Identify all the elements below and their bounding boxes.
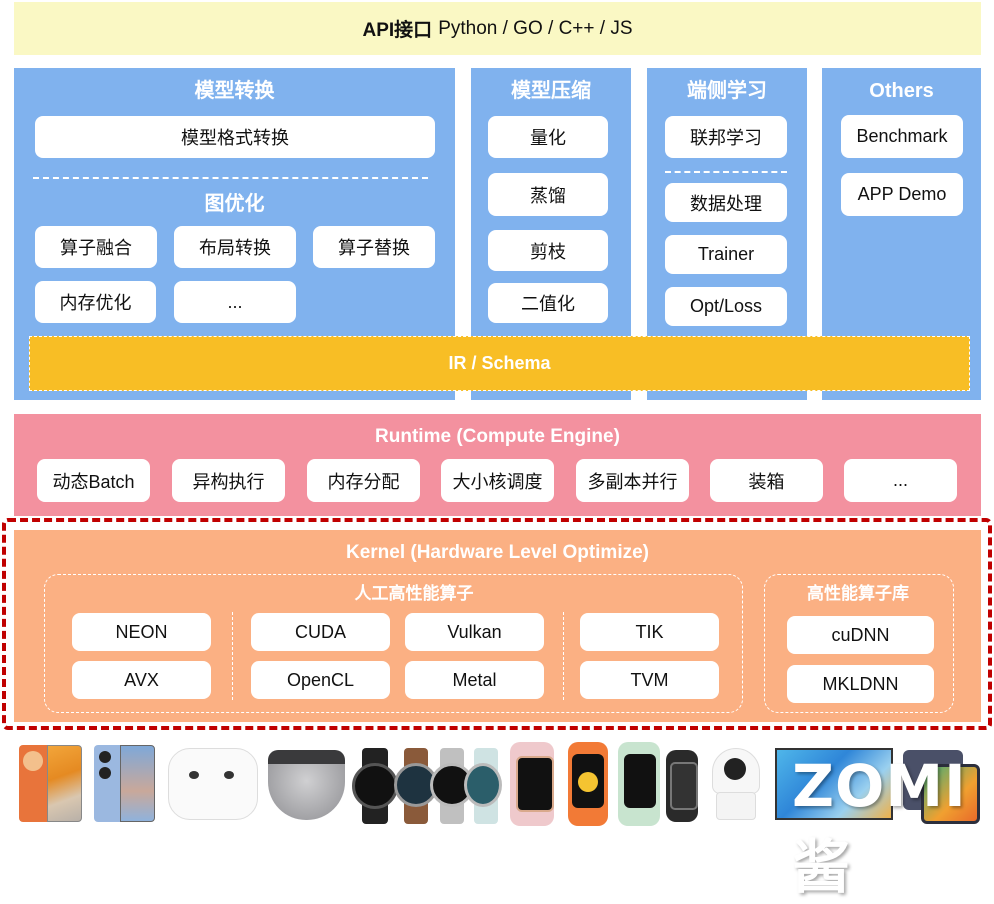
divider — [563, 612, 564, 700]
on-device-learning-title: 端侧学习 — [687, 80, 767, 102]
divider — [665, 171, 787, 173]
earbuds-grey-icon — [268, 750, 345, 820]
runtime-title: Runtime (Compute Engine) — [375, 426, 620, 447]
learning-item: 数据处理 — [665, 183, 787, 222]
others-item: APP Demo — [841, 173, 963, 216]
runtime-item: 多副本并行 — [576, 459, 689, 502]
divider — [232, 612, 233, 700]
kernel-op: Metal — [405, 661, 544, 699]
graph-optimization-title: 图优化 — [204, 193, 265, 215]
learning-item: Opt/Loss — [665, 287, 787, 326]
op-library: MKLDNN — [787, 665, 934, 703]
earbuds-white-icon — [168, 748, 258, 820]
others-title: Others — [869, 80, 934, 102]
compression-item: 量化 — [488, 116, 608, 158]
kernel-op: Vulkan — [405, 613, 544, 651]
runtime-item: 大小核调度 — [441, 459, 554, 502]
kernel-op: AVX — [72, 661, 211, 699]
model-format-conversion-box: 模型格式转换 — [35, 116, 435, 158]
kernel-op: OpenCL — [251, 661, 390, 699]
kernel-op: CUDA — [251, 613, 390, 651]
ir-schema-bar: IR / Schema — [29, 336, 970, 391]
compression-item: 蒸馏 — [488, 173, 608, 216]
runtime-item: 内存分配 — [307, 459, 420, 502]
model-conversion-title: 模型转换 — [194, 80, 275, 102]
op-libraries-title: 高性能算子库 — [807, 584, 909, 603]
kernel-op: NEON — [72, 613, 211, 651]
graph-opt-item: 内存优化 — [35, 281, 156, 323]
others-item: Benchmark — [841, 115, 963, 158]
runtime-item: 异构执行 — [172, 459, 285, 502]
federated-learning-box: 联邦学习 — [665, 116, 787, 158]
smartphone-orange-icon — [19, 745, 82, 822]
divider — [33, 177, 428, 179]
runtime-item-more: ... — [844, 459, 957, 502]
runtime-item: 装箱 — [710, 459, 823, 502]
api-bar: API接口 Python / GO / C++ / JS — [14, 2, 981, 55]
kernel-op: TIK — [580, 613, 719, 651]
compression-item: 二值化 — [488, 283, 608, 323]
watermark-logo: ZOMI酱 — [792, 752, 967, 901]
graph-opt-item: 算子替换 — [313, 226, 435, 268]
op-library: cuDNN — [787, 616, 934, 654]
kernel-title: Kernel (Hardware Level Optimize) — [345, 542, 650, 563]
learning-item: Trainer — [665, 235, 787, 274]
model-compression-title: 模型压缩 — [511, 80, 591, 102]
kernel-op: TVM — [580, 661, 719, 699]
graph-opt-item: 算子融合 — [35, 226, 157, 268]
api-label: API接口 — [362, 20, 433, 41]
graph-opt-item-more: ... — [174, 281, 296, 323]
smartwatches-icon — [352, 748, 502, 824]
compression-item: 剪枝 — [488, 230, 608, 271]
api-languages: Python / GO / C++ / JS — [438, 17, 633, 39]
manual-ops-title: 人工高性能算子 — [354, 584, 474, 603]
graph-opt-item: 布局转换 — [174, 226, 296, 268]
runtime-item: 动态Batch — [37, 459, 150, 502]
fitness-bands-icon — [506, 742, 700, 826]
smartphone-blue-icon — [94, 745, 155, 822]
smart-camera-icon — [712, 748, 760, 820]
